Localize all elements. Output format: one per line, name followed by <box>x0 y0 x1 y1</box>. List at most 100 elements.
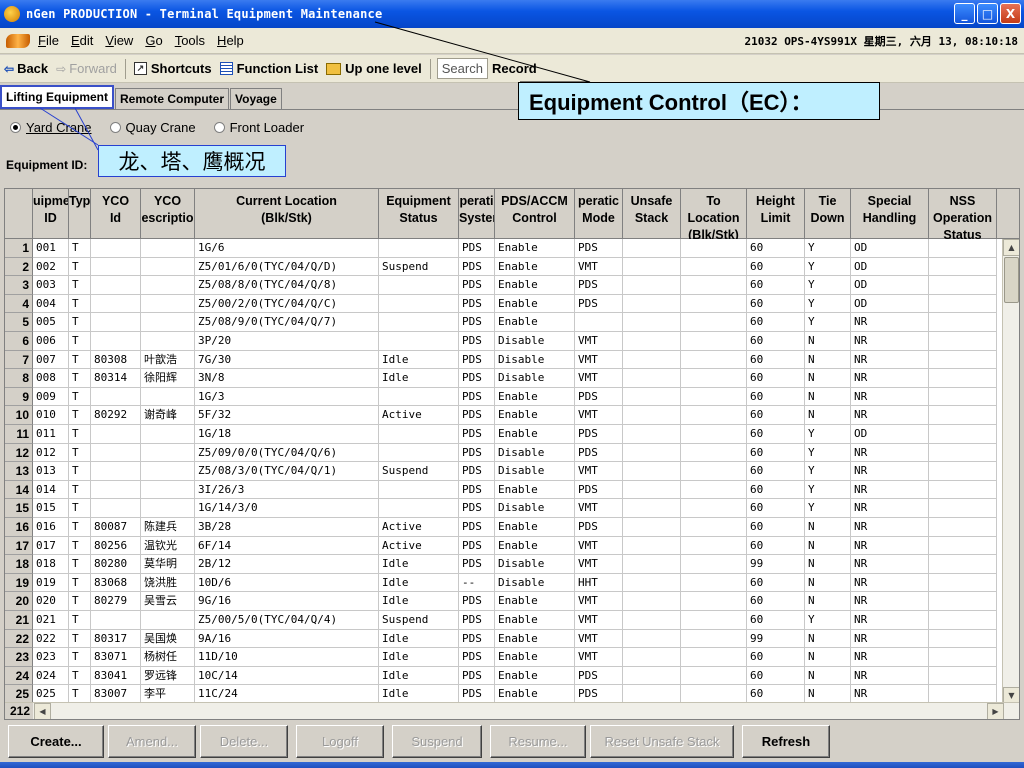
table-cell: T <box>69 666 91 686</box>
amend-button[interactable]: Amend... <box>108 725 196 758</box>
table-cell <box>91 257 141 277</box>
shortcuts-button[interactable]: ↗ Shortcuts <box>130 61 216 76</box>
row-number[interactable]: 17 <box>5 536 33 556</box>
scroll-right-icon[interactable]: ▶ <box>987 703 1004 719</box>
column-header[interactable]: Tie Down <box>805 189 851 239</box>
table-cell: N <box>805 369 851 388</box>
row-number[interactable]: 16 <box>5 518 33 537</box>
table-cell <box>929 555 997 574</box>
table-cell: OD <box>851 294 929 314</box>
row-number[interactable]: 5 <box>5 313 33 332</box>
scroll-up-icon[interactable]: ▲ <box>1003 239 1019 256</box>
scroll-left-icon[interactable]: ◀ <box>34 703 51 719</box>
row-number[interactable]: 19 <box>5 573 33 593</box>
table-cell: NR <box>851 648 929 667</box>
minimize-button[interactable]: _ <box>954 3 975 24</box>
column-header[interactable]: Height Limit <box>747 189 805 239</box>
column-header[interactable]: YCO escriptio <box>141 189 195 239</box>
column-header[interactable]: NSS Operation Status <box>929 189 997 239</box>
column-header[interactable]: To Location (Blk/Stk) <box>681 189 747 239</box>
column-header[interactable]: PDS/ACCM Control <box>495 189 575 239</box>
column-header[interactable]: YCO Id <box>91 189 141 239</box>
table-cell: 024 <box>33 666 69 686</box>
close-button[interactable]: X <box>1000 3 1021 24</box>
scroll-thumb[interactable] <box>1004 257 1019 303</box>
table-cell <box>681 611 747 630</box>
table-cell: Disable <box>495 573 575 593</box>
menu-view[interactable]: View <box>105 33 133 48</box>
column-header[interactable]: perati Syster <box>459 189 495 239</box>
table-cell: 80308 <box>91 350 141 370</box>
column-header[interactable]: peratic Mode <box>575 189 623 239</box>
maximize-button[interactable]: □ <box>977 3 998 24</box>
row-number[interactable]: 7 <box>5 350 33 370</box>
table-cell <box>681 629 747 649</box>
row-number[interactable]: 21 <box>5 611 33 630</box>
row-number[interactable]: 18 <box>5 555 33 574</box>
suspend-button[interactable]: Suspend <box>392 725 482 758</box>
row-number[interactable]: 14 <box>5 480 33 500</box>
table-cell <box>623 387 681 407</box>
row-number[interactable]: 20 <box>5 592 33 611</box>
table-cell: 徐阳辉 <box>141 369 195 388</box>
table-cell <box>929 648 997 667</box>
search-button[interactable]: Search <box>436 58 488 79</box>
row-number[interactable]: 11 <box>5 425 33 444</box>
refresh-button[interactable]: Refresh <box>742 725 830 758</box>
record-button[interactable]: Record <box>488 61 541 76</box>
row-number[interactable]: 9 <box>5 387 33 407</box>
row-number[interactable]: 23 <box>5 648 33 667</box>
resume-button[interactable]: Resume... <box>490 725 586 758</box>
row-number[interactable]: 24 <box>5 666 33 686</box>
table-cell <box>91 443 141 463</box>
up-one-level-button[interactable]: Up one level <box>322 61 426 76</box>
row-number[interactable]: 4 <box>5 294 33 314</box>
row-number[interactable]: 22 <box>5 629 33 649</box>
delete-button[interactable]: Delete... <box>200 725 288 758</box>
column-header[interactable]: uipme ID <box>33 189 69 239</box>
menu-file[interactable]: File <box>38 33 59 48</box>
row-number[interactable]: 6 <box>5 332 33 351</box>
vertical-scrollbar[interactable]: ▲ ▼ <box>1002 239 1019 704</box>
table-cell <box>91 276 141 295</box>
create-button[interactable]: Create... <box>8 725 104 758</box>
table-cell: VMT <box>575 257 623 277</box>
column-header[interactable]: Special Handling <box>851 189 929 239</box>
row-number[interactable]: 8 <box>5 369 33 388</box>
column-header[interactable]: Unsafe Stack <box>623 189 681 239</box>
table-cell: 017 <box>33 536 69 556</box>
column-header[interactable]: Equipment Status <box>379 189 459 239</box>
row-number[interactable]: 12 <box>5 443 33 463</box>
column-header[interactable]: Current Location (Blk/Stk) <box>195 189 379 239</box>
table-cell: Active <box>379 536 459 556</box>
tab-lifting-equipment[interactable]: Lifting Equipment <box>0 85 114 109</box>
table-cell <box>681 499 747 518</box>
forward-button[interactable]: ⇨ Forward <box>52 61 121 76</box>
radio-yard-crane[interactable]: Yard Crane <box>10 120 92 135</box>
row-number[interactable]: 2 <box>5 257 33 277</box>
menu-go[interactable]: Go <box>145 33 162 48</box>
menu-edit[interactable]: Edit <box>71 33 93 48</box>
reset-unsafe-stack-button[interactable]: Reset Unsafe Stack <box>590 725 734 758</box>
horizontal-scrollbar[interactable]: 212 ◀ ▶ <box>5 702 1019 719</box>
row-number[interactable]: 13 <box>5 462 33 481</box>
logoff-button[interactable]: Logoff <box>296 725 384 758</box>
table-cell: Y <box>805 239 851 258</box>
row-number[interactable]: 10 <box>5 406 33 425</box>
row-number[interactable]: 3 <box>5 276 33 295</box>
back-button[interactable]: ⇦ Back <box>0 61 52 76</box>
function-list-button[interactable]: Function List <box>216 61 323 76</box>
tab-voyage[interactable]: Voyage <box>230 88 282 109</box>
table-cell <box>929 425 997 444</box>
table-cell: 004 <box>33 294 69 314</box>
menu-help[interactable]: Help <box>217 33 244 48</box>
row-number[interactable]: 15 <box>5 499 33 518</box>
radio-quay-crane[interactable]: Quay Crane <box>109 120 196 135</box>
table-cell <box>929 294 997 314</box>
menu-tools[interactable]: Tools <box>175 33 205 48</box>
column-header[interactable]: Typ <box>69 189 91 239</box>
table-cell: VMT <box>575 611 623 630</box>
tab-remote-computer[interactable]: Remote Computer <box>114 88 229 109</box>
row-number[interactable]: 1 <box>5 239 33 258</box>
radio-front-loader[interactable]: Front Loader <box>213 120 304 135</box>
